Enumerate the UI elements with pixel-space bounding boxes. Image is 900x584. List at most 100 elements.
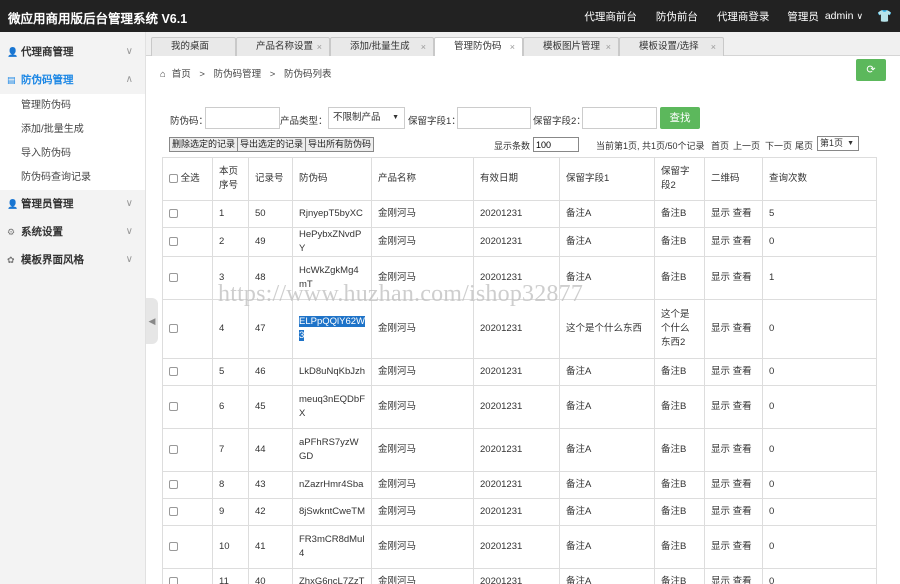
cell-code: nZazrHmr4Sba [292, 471, 372, 499]
chevron-down-icon[interactable]: ∨ [856, 11, 863, 22]
field2-input[interactable] [582, 107, 657, 129]
page-first-link[interactable]: 首页 [711, 139, 729, 152]
page-size-label: 显示条数 [494, 141, 531, 151]
close-icon[interactable]: × [711, 38, 716, 56]
tab-add-batch[interactable]: 添加/批量生成 × [330, 37, 434, 56]
admin-icon: 👤 [7, 199, 19, 209]
close-icon[interactable]: × [421, 38, 426, 56]
tab-template-settings[interactable]: 模板设置/选择 × [619, 37, 724, 56]
close-icon[interactable]: × [317, 38, 322, 56]
sidebar-item-import-codes[interactable]: 导入防伪码 [0, 142, 145, 166]
cell-qrcode[interactable]: 显示 查看 [704, 385, 763, 429]
table-row: 7 44 aPFhRS7yzWGD 金刚河马 20201231 备注A 备注B 显示 查看 0 [162, 428, 877, 472]
cell-field2: 备注B [654, 471, 705, 499]
select-all-checkbox[interactable] [169, 173, 178, 183]
cell-qrcode[interactable]: 显示 查看 [704, 568, 763, 584]
table-row: 1 50 RjnyepT5byXC 金刚河马 20201231 备注A 备注B 显示 查看 5 [162, 200, 877, 228]
row-checkbox[interactable] [169, 272, 178, 282]
cell-qrcode[interactable]: 显示 查看 [704, 428, 763, 472]
row-checkbox[interactable] [169, 479, 178, 489]
cell-query-count: 0 [762, 525, 877, 569]
export-all-button[interactable]: 导出所有防伪码 [305, 137, 375, 152]
cell-qrcode[interactable]: 显示 查看 [704, 200, 763, 228]
sidebar-item-query-log[interactable]: 防伪码查询记录 [0, 166, 145, 190]
tab-template-images[interactable]: 模板图片管理 × [523, 37, 619, 56]
row-checkbox[interactable] [169, 323, 178, 333]
cell-query-count: 0 [762, 385, 877, 429]
cell-qrcode[interactable]: 显示 查看 [704, 525, 763, 569]
sidebar-group-settings[interactable]: ⚙ 系统设置 ∨ [0, 218, 145, 246]
cell-qrcode[interactable]: 显示 查看 [704, 299, 763, 359]
chevron-down-icon: ∨ [125, 254, 133, 265]
cell-qrcode[interactable]: 显示 查看 [704, 471, 763, 499]
row-checkbox[interactable] [169, 236, 178, 246]
breadcrumb-separator: > [269, 69, 276, 80]
nav-agent-front[interactable]: 代理商前台 [584, 9, 637, 24]
product-type-select[interactable]: 不限制产品 ▼ [328, 107, 405, 129]
cell-qrcode[interactable]: 显示 查看 [704, 227, 763, 257]
row-checkbox[interactable] [169, 444, 178, 454]
app-title: 微应用商用版后台管理系统 V6.1 [8, 12, 188, 26]
cell-field2: 备注B [654, 525, 705, 569]
cell-qrcode[interactable]: 显示 查看 [704, 498, 763, 526]
cell-query-count: 1 [762, 256, 877, 300]
table-row: 6 45 meuq3nEQDbFX 金刚河马 20201231 备注A 备注B 显示 查看 0 [162, 385, 877, 429]
cell-record-no: 40 [248, 568, 293, 584]
close-icon[interactable]: × [606, 38, 611, 56]
header-select-all[interactable]: 全选 [162, 157, 213, 201]
cell-code: FR3mCR8dMul4 [292, 525, 372, 569]
row-checkbox[interactable] [169, 401, 178, 411]
row-checkbox[interactable] [169, 576, 178, 584]
cell-query-count: 0 [762, 358, 877, 386]
cell-valid-date: 20201231 [473, 227, 560, 257]
skin-shirt-icon[interactable]: 👕 [877, 9, 892, 23]
delete-selected-button[interactable]: 删除选定的记录 [169, 137, 239, 152]
search-button[interactable]: 查找 [660, 107, 700, 129]
sidebar-group-antifake[interactable]: ▤ 防伪码管理 ∧ [0, 66, 145, 94]
page-prev-link[interactable]: 上一页 [733, 139, 760, 152]
cell-record-no: 42 [248, 498, 293, 526]
sidebar-group-admin[interactable]: 👤 管理员管理 ∨ [0, 190, 145, 218]
row-checkbox[interactable] [169, 541, 178, 551]
breadcrumb-section[interactable]: 防伪码管理 [214, 69, 262, 80]
tab-manage-codes[interactable]: 管理防伪码 × [434, 37, 523, 56]
sidebar-group-theme[interactable]: ✿ 模板界面风格 ∨ [0, 246, 145, 274]
page-next-link[interactable]: 下一页 [765, 139, 792, 152]
export-selected-button[interactable]: 导出选定的记录 [237, 137, 307, 152]
watermark: https://www.huzhan.com/ishop32877 [218, 281, 584, 307]
sidebar-item-manage-codes[interactable]: 管理防伪码 [0, 94, 145, 118]
cell-field2: 备注B [654, 428, 705, 472]
breadcrumb-home[interactable]: 首页 [172, 69, 191, 80]
page-last-link[interactable]: 尾页 [795, 139, 813, 152]
cell-qrcode[interactable]: 显示 查看 [704, 256, 763, 300]
tab-desktop[interactable]: 我的桌面 [151, 37, 236, 56]
cell-page-index: 5 [212, 358, 249, 386]
code-input[interactable] [205, 107, 280, 129]
cell-field1: 备注A [559, 568, 655, 584]
sidebar-group-agent[interactable]: 👤 代理商管理 ∨ [0, 38, 145, 66]
nav-agent-login[interactable]: 代理商登录 [717, 9, 770, 24]
cell-valid-date: 20201231 [473, 358, 560, 386]
cell-qrcode[interactable]: 显示 查看 [704, 358, 763, 386]
table-row: 5 46 LkD8uNqKbJzh 金刚河马 20201231 备注A 备注B 显示 查看 0 [162, 358, 877, 386]
row-checkbox[interactable] [169, 506, 178, 516]
user-role-label: 管理员 [787, 10, 819, 23]
cell-field2: 备注B [654, 256, 705, 300]
page-size-input[interactable] [533, 137, 579, 152]
cell-field2: 备注B [654, 498, 705, 526]
cell-field1: 备注A [559, 227, 655, 257]
tab-product-names[interactable]: 产品名称设置 × [236, 37, 330, 56]
user-menu[interactable]: admin [825, 10, 854, 22]
sidebar-submenu: 管理防伪码 添加/批量生成 导入防伪码 防伪码查询记录 [0, 94, 145, 190]
page-select[interactable]: 第1页 ▼ [817, 136, 859, 151]
sidebar-item-add-batch[interactable]: 添加/批量生成 [0, 118, 145, 142]
cell-product-name: 金刚河马 [371, 525, 474, 569]
sidebar-collapse-handle[interactable]: ◀ [146, 298, 158, 344]
row-checkbox[interactable] [169, 366, 178, 376]
cell-query-count: 0 [762, 471, 877, 499]
row-checkbox[interactable] [169, 208, 178, 218]
field1-input[interactable] [457, 107, 531, 129]
close-icon[interactable]: × [510, 38, 515, 56]
refresh-button[interactable]: ⟳ [856, 59, 886, 81]
nav-antifake-front[interactable]: 防伪前台 [656, 9, 698, 24]
